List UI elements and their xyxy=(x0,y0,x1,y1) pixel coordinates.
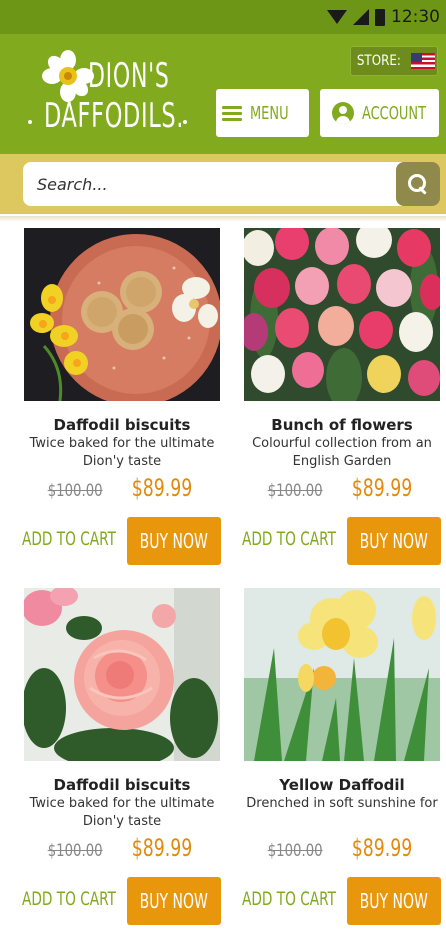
account-button[interactable]: ACCOUNT xyxy=(320,89,439,137)
buy-now-button[interactable]: BUY NOW xyxy=(347,517,441,565)
price-row: $100.00 $89.99 xyxy=(244,474,440,502)
status-time: 12:30 xyxy=(391,7,440,27)
product-description: Twice baked for the ultimate Dion'y tast… xyxy=(29,436,215,469)
product-description: Twice baked for the ultimate Dion'y tast… xyxy=(29,796,215,829)
logo-dot-left xyxy=(28,120,32,124)
old-price: $100.00 xyxy=(267,481,323,501)
price-row: $100.00 $89.99 xyxy=(24,834,220,862)
wifi-icon xyxy=(327,10,347,24)
search-icon xyxy=(407,173,429,195)
sale-price: $89.99 xyxy=(351,474,413,502)
product-name[interactable]: Bunch of flowers xyxy=(238,416,446,434)
store-label: STORE: xyxy=(357,53,401,69)
account-icon xyxy=(332,102,354,124)
add-to-cart-button[interactable]: ADD TO CART xyxy=(22,528,116,550)
biscuits-photo[interactable] xyxy=(24,228,220,401)
us-flag-icon xyxy=(410,53,435,69)
signal-icon xyxy=(353,9,369,25)
daffodil-logo-icon xyxy=(42,50,94,102)
product-card: Daffodil biscuits Twice baked for the ul… xyxy=(22,228,224,573)
daffodil-photo[interactable] xyxy=(244,588,440,761)
status-bar: 12:30 xyxy=(0,0,446,34)
buy-now-label: BUY NOW xyxy=(139,889,209,913)
buy-now-label: BUY NOW xyxy=(139,529,209,553)
battery-icon xyxy=(375,8,385,26)
old-price: $100.00 xyxy=(47,481,103,501)
add-to-cart-button[interactable]: ADD TO CART xyxy=(22,888,116,910)
hamburger-icon xyxy=(221,106,242,121)
product-name[interactable]: Yellow Daffodil xyxy=(238,776,446,794)
search-input[interactable] xyxy=(37,162,397,206)
buy-now-button[interactable]: BUY NOW xyxy=(347,877,441,925)
search-box xyxy=(23,162,440,206)
menu-button[interactable]: MENU xyxy=(216,89,309,137)
sale-price: $89.99 xyxy=(351,834,413,862)
logo-text-top: DION'S xyxy=(88,56,170,96)
price-row: $100.00 $89.99 xyxy=(244,834,440,862)
product-description: Drenched in soft sunshine for xyxy=(246,796,438,811)
buy-now-label: BUY NOW xyxy=(359,529,429,553)
old-price: $100.00 xyxy=(47,841,103,861)
search-button[interactable] xyxy=(396,162,440,206)
menu-label: MENU xyxy=(249,102,289,124)
product-card: Bunch of flowers Colourful collection fr… xyxy=(242,228,444,573)
logo[interactable]: DION'S DAFFODILS. xyxy=(26,50,191,142)
add-to-cart-button[interactable]: ADD TO CART xyxy=(242,888,336,910)
buy-now-label: BUY NOW xyxy=(359,889,429,913)
old-price: $100.00 xyxy=(267,841,323,861)
product-card: Daffodil biscuits Twice baked for the ul… xyxy=(22,588,224,932)
logo-text-bottom: DAFFODILS. xyxy=(44,96,185,136)
product-card: Yellow Daffodil Drenched in soft sunshin… xyxy=(242,588,444,932)
product-name[interactable]: Daffodil biscuits xyxy=(18,776,226,794)
sale-price: $89.99 xyxy=(131,834,193,862)
buy-now-button[interactable]: BUY NOW xyxy=(127,517,221,565)
site-header: DION'S DAFFODILS. STORE: MENU ACCOUNT xyxy=(0,34,446,154)
product-name[interactable]: Daffodil biscuits xyxy=(18,416,226,434)
add-to-cart-button[interactable]: ADD TO CART xyxy=(242,528,336,550)
buy-now-button[interactable]: BUY NOW xyxy=(127,877,221,925)
rose-photo[interactable] xyxy=(24,588,220,761)
logo-dot-right xyxy=(183,120,187,124)
store-selector-button[interactable]: STORE: xyxy=(350,46,438,76)
tulips-photo[interactable] xyxy=(244,228,440,401)
header-shadow xyxy=(0,216,446,222)
price-row: $100.00 $89.99 xyxy=(24,474,220,502)
product-description: Colourful collection from an English Gar… xyxy=(252,436,432,469)
sale-price: $89.99 xyxy=(131,474,193,502)
search-bar xyxy=(0,154,446,214)
account-label: ACCOUNT xyxy=(362,102,427,124)
